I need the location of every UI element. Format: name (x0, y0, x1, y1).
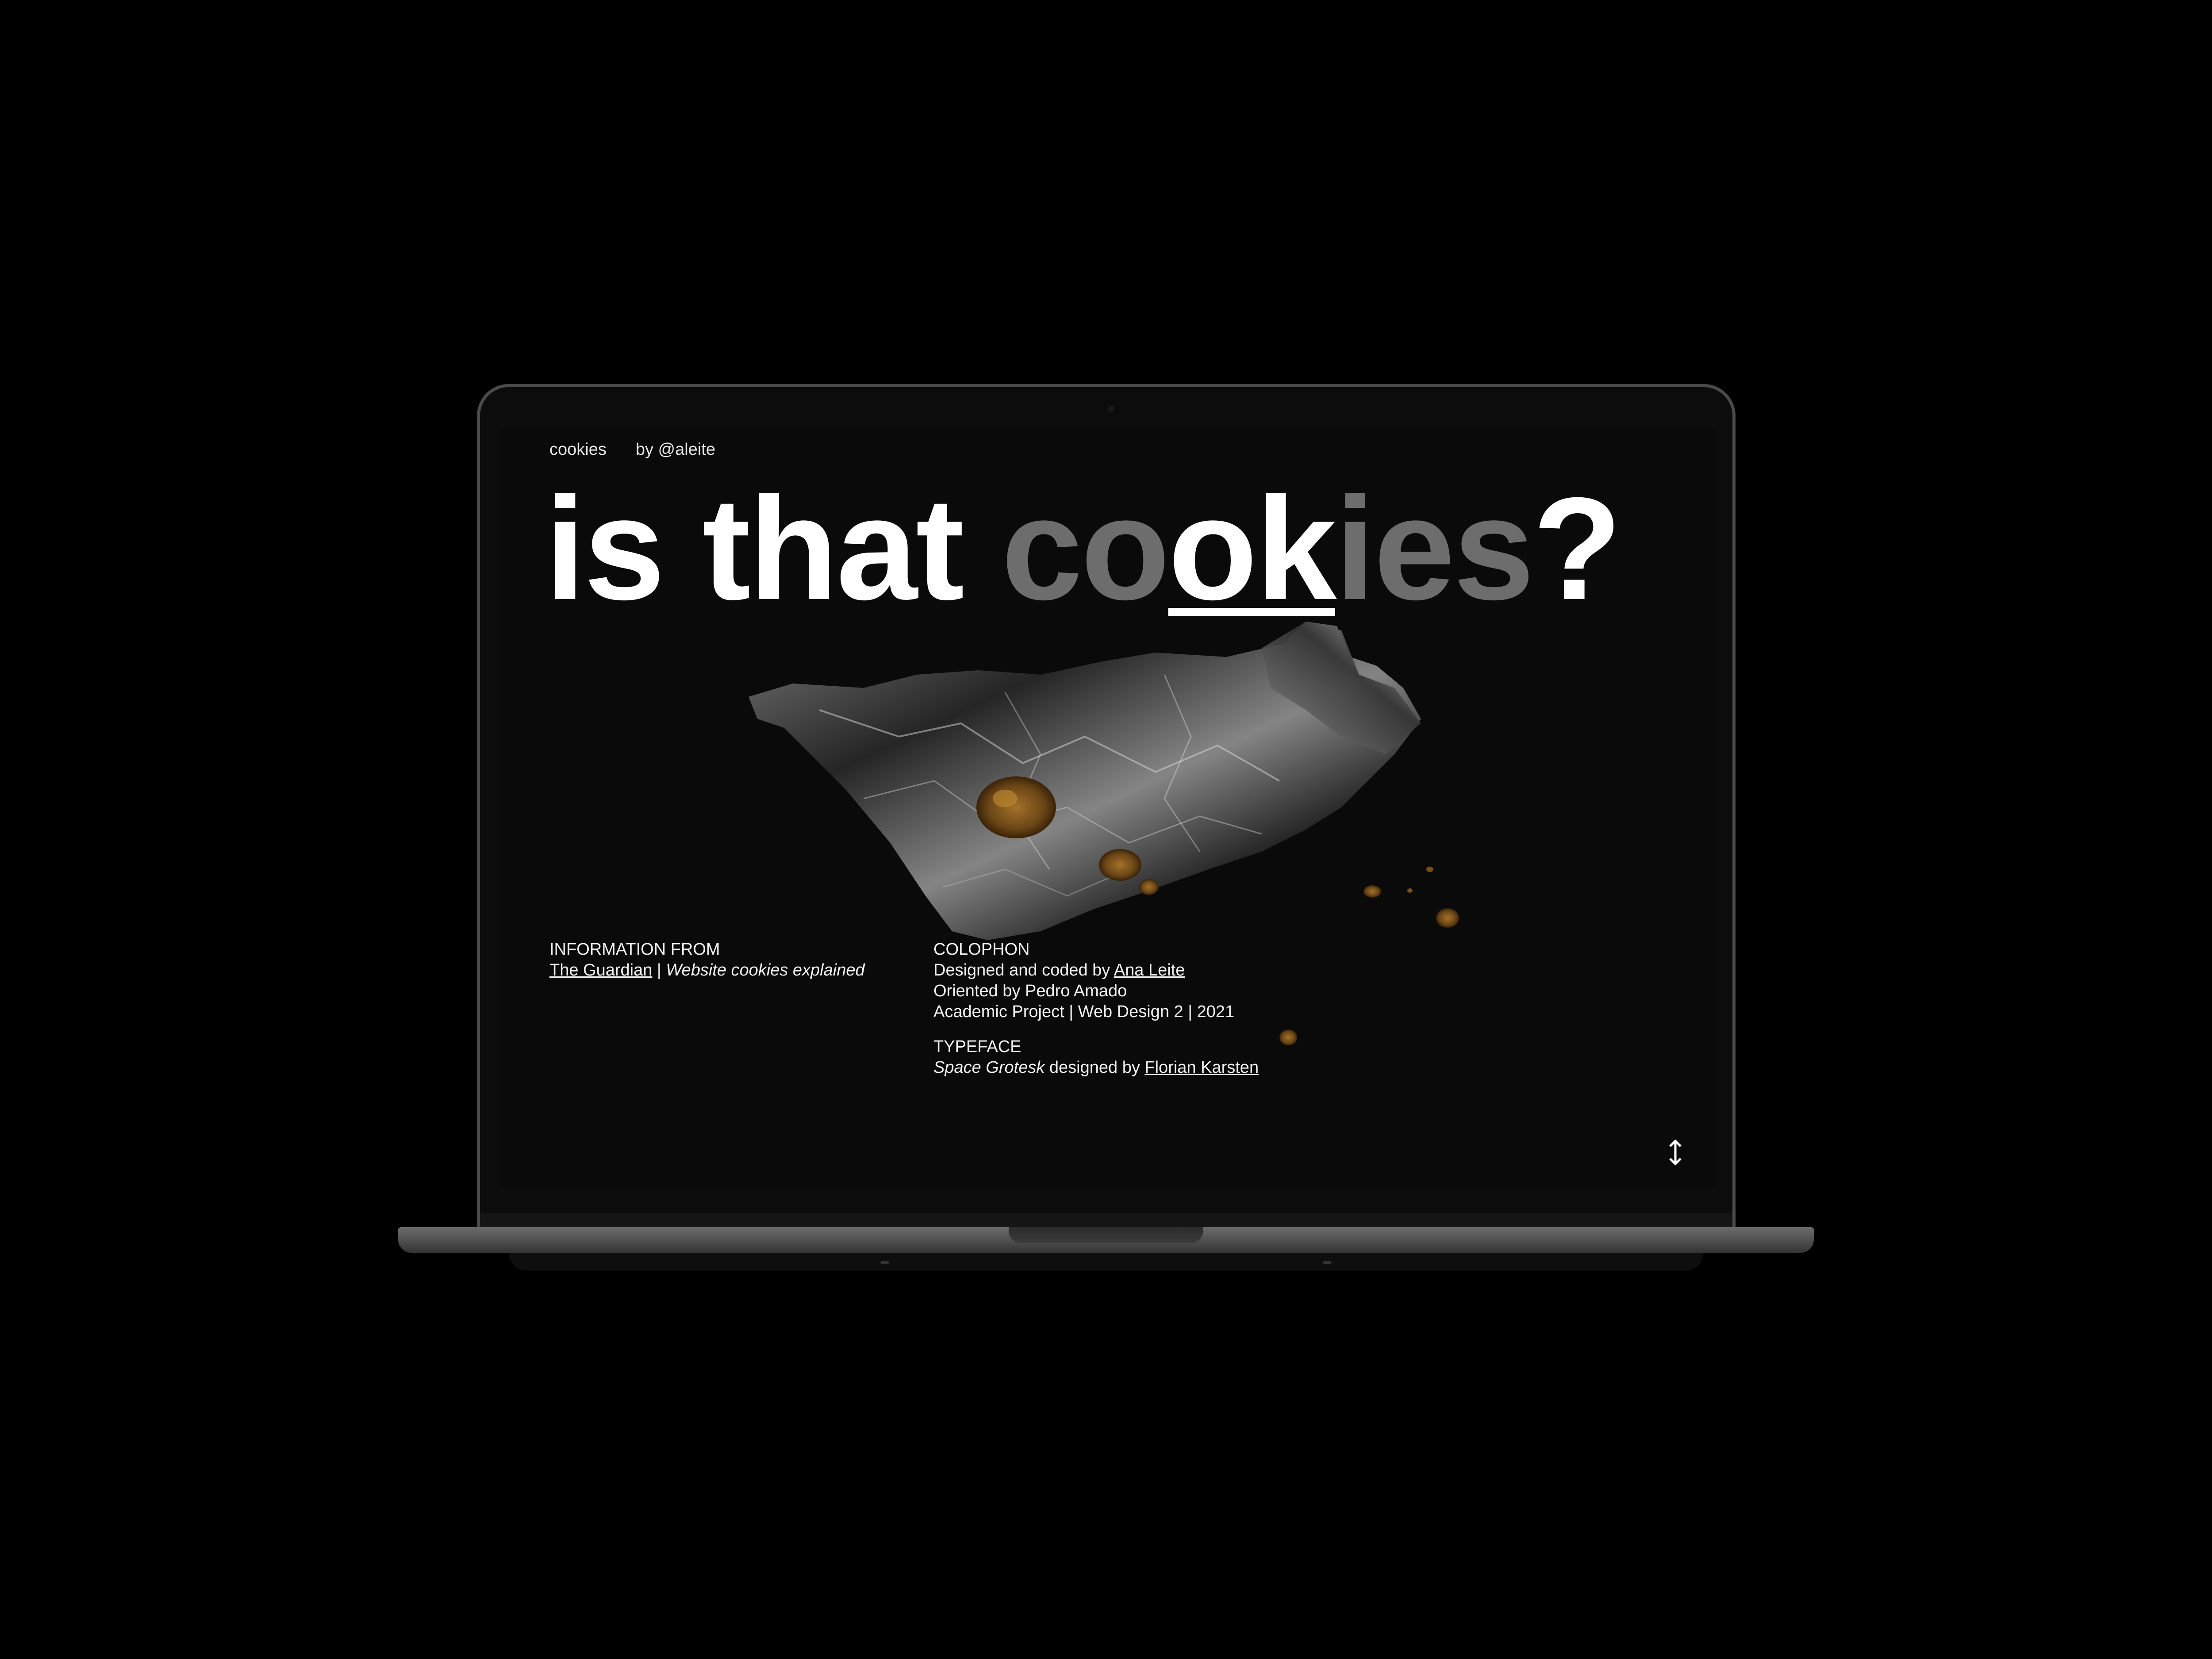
info-separator: | (652, 961, 666, 979)
typeface-line: Space Grotesk designed by Florian Karste… (933, 1057, 1259, 1078)
author-link[interactable]: by @aleite (636, 440, 715, 459)
base-underside (509, 1253, 1703, 1271)
screen: cookies by @aleite is that cookies? INFO… (501, 427, 1715, 1188)
laptop-base (398, 1227, 1814, 1253)
information-line: The Guardian | Website cookies explained (549, 960, 865, 981)
font-name: Space Grotesk (933, 1058, 1045, 1077)
article-title: Website cookies explained (666, 961, 865, 979)
title-gray-2: ies (1335, 467, 1535, 630)
vertical-arrows-icon[interactable] (1667, 1139, 1684, 1166)
designed-prefix: Designed and coded by (933, 961, 1114, 979)
title-part-1: is that (545, 467, 1002, 630)
page-title: is that cookies? (545, 476, 1622, 622)
project-line: Academic Project | Web Design 2 | 2021 (933, 1002, 1235, 1021)
florian-karsten-link[interactable]: Florian Karsten (1144, 1058, 1259, 1077)
the-guardian-link[interactable]: The Guardian (549, 961, 652, 979)
top-nav: cookies by @aleite (549, 440, 715, 459)
information-heading: INFORMATION FROM (549, 940, 720, 959)
trackpad-notch (1009, 1227, 1203, 1243)
typeface-designed-by: designed by (1045, 1058, 1145, 1077)
title-end: ? (1532, 467, 1622, 630)
colophon-section: COLOPHON Designed and coded by Ana Leite… (933, 939, 1234, 1022)
oriented-line: Oriented by Pedro Amado (933, 982, 1127, 1000)
colophon-heading: COLOPHON (933, 940, 1030, 959)
title-gray-1: co (1001, 467, 1170, 630)
laptop-foot-right (1323, 1261, 1332, 1264)
typeface-section: TYPEFACE Space Grotesk designed by Flori… (933, 1037, 1259, 1078)
designed-line: Designed and coded by Ana Leite (933, 960, 1234, 981)
laptop-foot-left (880, 1261, 889, 1264)
laptop-lid: cookies by @aleite is that cookies? INFO… (477, 384, 1736, 1233)
title-ok: ok (1168, 467, 1337, 630)
typeface-heading: TYPEFACE (933, 1037, 1022, 1056)
information-section: INFORMATION FROM The Guardian | Website … (549, 939, 865, 981)
camera (1108, 406, 1114, 412)
ana-leite-link[interactable]: Ana Leite (1114, 961, 1185, 979)
site-name-link[interactable]: cookies (549, 440, 607, 459)
